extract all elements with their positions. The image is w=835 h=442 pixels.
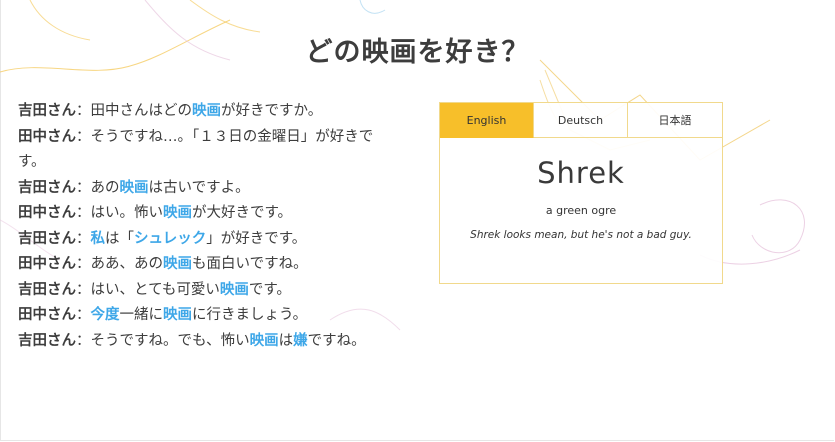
dialogue-line: 吉田さん：あの映画は古いですよ。 xyxy=(18,176,398,202)
dialogue-text: ：そうですね。でも、怖い xyxy=(76,332,250,349)
dialogue-text: が大好きです。 xyxy=(192,205,293,221)
language-tabs: English Deutsch 日本語 xyxy=(440,103,722,138)
dialogue-line: 吉田さん：私は「シュレック」が好きです。 xyxy=(18,227,398,253)
speaker-name: 吉田さん xyxy=(18,281,76,298)
dialogue-text: ： xyxy=(76,307,91,323)
vocab-word-link[interactable]: 映画 xyxy=(163,205,192,221)
tab-japanese[interactable]: 日本語 xyxy=(628,103,722,138)
dialogue-text: ： xyxy=(76,230,91,247)
dialogue-text: ：はい。怖い xyxy=(76,205,163,221)
dialogue-text: ：田中さんはどの xyxy=(76,103,192,119)
dialogue-text: も面白いですね。 xyxy=(192,256,308,272)
vocab-word-link[interactable]: シュレック xyxy=(134,231,206,247)
speaker-name: 吉田さん xyxy=(18,179,76,196)
vocab-word-link[interactable]: 今度 xyxy=(91,307,120,323)
dialogue-text: ですね。 xyxy=(307,332,366,349)
dialogue-text: です。 xyxy=(248,281,291,298)
vocab-card: English Deutsch 日本語 Shrek a green ogre Shr… xyxy=(439,102,723,284)
dialogue-line: 田中さん：今度一緒に映画に行きましょう。 xyxy=(18,303,398,329)
speaker-name: 田中さん xyxy=(18,307,76,323)
vocab-word-link[interactable]: 映画 xyxy=(163,307,192,323)
dialogue-text: ：ああ、あの xyxy=(76,256,163,272)
speaker-name: 田中さん xyxy=(18,256,76,272)
dialogue-text: 一緒に xyxy=(119,307,164,323)
dialogue-line: 吉田さん：そうですね。でも、怖い映画は嫌ですね。 xyxy=(18,329,398,355)
vocab-word-link[interactable]: 私 xyxy=(91,231,106,247)
speaker-name: 吉田さん xyxy=(18,230,76,247)
dialogue-text: は xyxy=(278,332,294,349)
speaker-name: 吉田さん xyxy=(18,332,76,349)
dialogue-line: 田中さん：そうですね…。「１３日の金曜日」が好きです。 xyxy=(18,125,398,176)
vocab-word-link[interactable]: 映画 xyxy=(220,282,249,298)
vocab-definition: a green ogre xyxy=(545,204,617,217)
vocab-term: Shrek xyxy=(537,156,625,190)
vocab-example: Shrek looks mean, but he's not a bad guy… xyxy=(470,229,692,241)
dialogue-text: に行きましょう。 xyxy=(192,307,308,323)
page-title: どの映画を好き？ xyxy=(305,37,530,68)
vocab-word-link[interactable]: 映画 xyxy=(250,333,279,349)
vocab-word-link[interactable]: 映画 xyxy=(163,256,192,272)
dialogue-text: 」が好きです。 xyxy=(206,230,307,247)
dialogue-text: が好きですか。 xyxy=(221,103,323,119)
dialogue-line: 田中さん：ああ、あの映画も面白いですね。 xyxy=(18,252,398,278)
vocab-word-link[interactable]: 映画 xyxy=(120,180,149,196)
speaker-name: 田中さん xyxy=(18,205,76,221)
vocab-word-link[interactable]: 映画 xyxy=(192,103,221,119)
dialogue-text: ：はい、とても可愛い xyxy=(76,281,220,298)
dialogue-text: は古いですよ。 xyxy=(148,179,250,196)
speaker-name: 田中さん xyxy=(18,128,76,145)
dialogue-line: 吉田さん：はい、とても可愛い映画です。 xyxy=(18,278,398,304)
dialogue-line: 吉田さん：田中さんはどの映画が好きですか。 xyxy=(18,99,398,125)
vocab-word-link[interactable]: 嫌 xyxy=(293,333,308,349)
dialogue-list: 吉田さん：田中さんはどの映画が好きですか。 田中さん：そうですね…。「１３日の金曜… xyxy=(18,99,398,354)
dialogue-text: ：あの xyxy=(76,179,120,196)
dialogue-line: 田中さん：はい。怖い映画が大好きです。 xyxy=(18,201,398,227)
dialogue-text: は「 xyxy=(105,230,134,247)
tab-english[interactable]: English xyxy=(440,103,534,138)
tab-deutsch[interactable]: Deutsch xyxy=(534,103,628,138)
speaker-name: 吉田さん xyxy=(18,103,76,119)
